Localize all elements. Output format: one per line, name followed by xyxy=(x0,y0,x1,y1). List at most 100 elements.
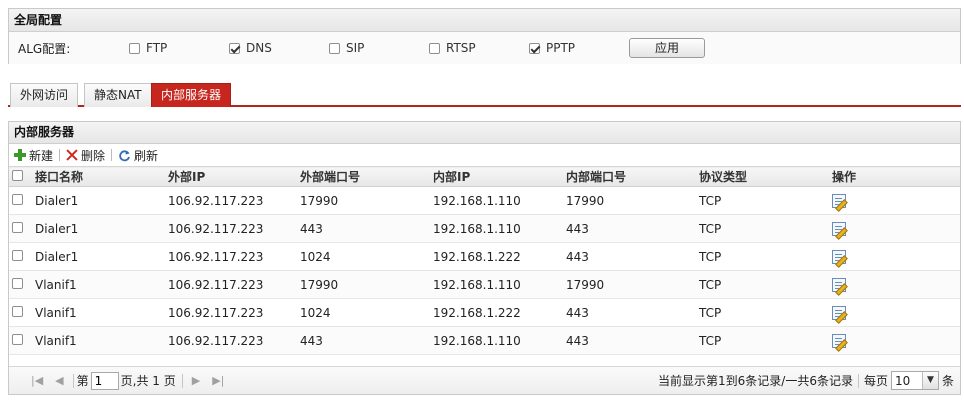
pagination-bar: |◀ ◀ 第 页,共 1 页 ▶ ▶| 当前显示第1到6条记录/一共6条记录 每… xyxy=(9,366,960,394)
edit-icon[interactable] xyxy=(832,277,846,292)
per-page-select[interactable]: 10 ▼ xyxy=(890,371,939,390)
checkbox-icon[interactable] xyxy=(129,42,140,54)
table-cell: Dialer1 xyxy=(31,242,164,271)
tab-internal-server[interactable]: 内部服务器 xyxy=(151,83,232,107)
alg-pptp-checkbox[interactable]: PPTP xyxy=(529,41,575,55)
table-cell: 106.92.117.223 xyxy=(164,270,296,299)
refresh-icon xyxy=(119,149,130,161)
edit-icon[interactable] xyxy=(832,249,846,264)
row-select-cell xyxy=(9,186,31,215)
table-cell: 1024 xyxy=(296,298,429,327)
row-checkbox[interactable] xyxy=(12,249,23,261)
toolbar-divider xyxy=(59,149,61,161)
table-cell: 106.92.117.223 xyxy=(164,214,296,243)
internal-server-panel: 内部服务器 新建 删除 刷新 接口名称 外部IP 外部端口号 内部IP 内部端口… xyxy=(8,121,961,395)
table-cell: 192.168.1.110 xyxy=(429,186,562,215)
column-header[interactable]: 内部端口号 xyxy=(562,166,695,187)
page-suffix: 页,共 1 页 xyxy=(120,374,176,388)
checkbox-icon[interactable] xyxy=(529,42,540,54)
table-row: Dialer1 106.92.117.223 443 192.168.1.110 443… xyxy=(9,214,960,243)
delete-button[interactable]: 删除 xyxy=(66,147,105,164)
alg-ftp-checkbox[interactable]: FTP xyxy=(129,41,167,55)
table-cell: 17990 xyxy=(562,270,695,299)
column-header[interactable]: 外部IP xyxy=(164,166,296,187)
table-cell: 192.168.1.222 xyxy=(429,298,562,327)
table-cell: TCP xyxy=(695,242,828,271)
checkbox-icon[interactable] xyxy=(329,42,340,54)
edit-icon[interactable] xyxy=(832,333,846,348)
internal-server-title: 内部服务器 xyxy=(9,122,960,144)
tab-static-nat[interactable]: 静态NAT xyxy=(84,83,152,107)
column-header[interactable]: 接口名称 xyxy=(31,166,164,187)
row-select-cell xyxy=(9,270,31,299)
toolbar: 新建 删除 刷新 xyxy=(9,144,960,166)
checkbox-icon[interactable] xyxy=(429,42,440,54)
table-cell: 17990 xyxy=(296,270,429,299)
table-cell: 106.92.117.223 xyxy=(164,242,296,271)
table-cell: 192.168.1.110 xyxy=(429,214,562,243)
table-cell: TCP xyxy=(695,270,828,299)
table-cell: Vlanif1 xyxy=(31,298,164,327)
page-number-input[interactable] xyxy=(90,371,119,390)
table-cell: 106.92.117.223 xyxy=(164,186,296,215)
table-cell: TCP xyxy=(695,326,828,355)
alg-sip-checkbox[interactable]: SIP xyxy=(329,41,364,55)
operation-cell xyxy=(828,270,960,299)
page-prefix: 第 xyxy=(76,374,89,388)
checkbox-icon[interactable] xyxy=(229,42,240,54)
table-cell: TCP xyxy=(695,298,828,327)
column-header[interactable]: 操作 xyxy=(828,166,960,187)
pager-divider xyxy=(181,373,183,388)
table-row: Vlanif1 106.92.117.223 1024 192.168.1.222 44… xyxy=(9,298,960,327)
table-row: Dialer1 106.92.117.223 1024 192.168.1.222 44… xyxy=(9,242,960,271)
alg-rtsp-checkbox[interactable]: RTSP xyxy=(429,41,476,55)
row-select-cell xyxy=(9,298,31,327)
edit-icon[interactable] xyxy=(832,221,846,236)
global-config-title: 全局配置 xyxy=(9,9,960,32)
table-cell: 443 xyxy=(562,242,695,271)
apply-button[interactable]: 应用 xyxy=(629,38,705,58)
toolbar-divider xyxy=(111,149,113,161)
delete-x-icon xyxy=(66,149,78,161)
tab-external-access[interactable]: 外网访问 xyxy=(10,83,79,107)
row-select-cell xyxy=(9,326,31,355)
operation-cell xyxy=(828,242,960,271)
table-cell: Vlanif1 xyxy=(31,326,164,355)
table-cell: TCP xyxy=(695,214,828,243)
row-checkbox[interactable] xyxy=(12,193,23,205)
pager-divider xyxy=(857,373,859,388)
plus-icon xyxy=(14,149,26,161)
table-header-row: 接口名称 外部IP 外部端口号 内部IP 内部端口号 协议类型 操作 xyxy=(9,166,960,187)
refresh-button[interactable]: 刷新 xyxy=(118,147,158,164)
row-checkbox[interactable] xyxy=(12,277,23,289)
first-page-icon[interactable]: |◀ xyxy=(31,374,43,387)
table-cell: 192.168.1.222 xyxy=(429,242,562,271)
record-summary: 当前显示第1到6条记录/一共6条记录 xyxy=(658,374,853,388)
table-cell: 192.168.1.110 xyxy=(429,270,562,299)
row-checkbox[interactable] xyxy=(12,305,23,317)
column-header[interactable]: 协议类型 xyxy=(695,166,828,187)
alg-row: ALG配置: FTP DNS SIP RTSP PPTP 应用 xyxy=(9,32,960,64)
column-header[interactable]: 外部端口号 xyxy=(296,166,429,187)
last-page-icon[interactable]: ▶| xyxy=(212,374,224,387)
table-cell: 106.92.117.223 xyxy=(164,326,296,355)
column-header[interactable]: 内部IP xyxy=(429,166,562,187)
select-all-cell xyxy=(9,166,31,187)
next-page-icon[interactable]: ▶ xyxy=(192,374,200,387)
edit-icon[interactable] xyxy=(832,305,846,320)
table-cell: Vlanif1 xyxy=(31,270,164,299)
select-all-checkbox[interactable] xyxy=(12,169,23,181)
table-cell: 443 xyxy=(296,326,429,355)
operation-cell xyxy=(828,214,960,243)
prev-page-icon[interactable]: ◀ xyxy=(55,374,63,387)
table-row: Vlanif1 106.92.117.223 443 192.168.1.110 443… xyxy=(9,326,960,355)
chevron-down-icon[interactable]: ▼ xyxy=(921,372,938,389)
table-row: Vlanif1 106.92.117.223 17990 192.168.1.110 1… xyxy=(9,270,960,299)
row-checkbox[interactable] xyxy=(12,333,23,345)
new-button[interactable]: 新建 xyxy=(14,147,53,164)
alg-dns-checkbox[interactable]: DNS xyxy=(229,41,272,55)
edit-icon[interactable] xyxy=(832,193,846,208)
row-checkbox[interactable] xyxy=(12,221,23,233)
per-page-prefix: 每页 xyxy=(863,374,888,388)
table-cell: TCP xyxy=(695,186,828,215)
